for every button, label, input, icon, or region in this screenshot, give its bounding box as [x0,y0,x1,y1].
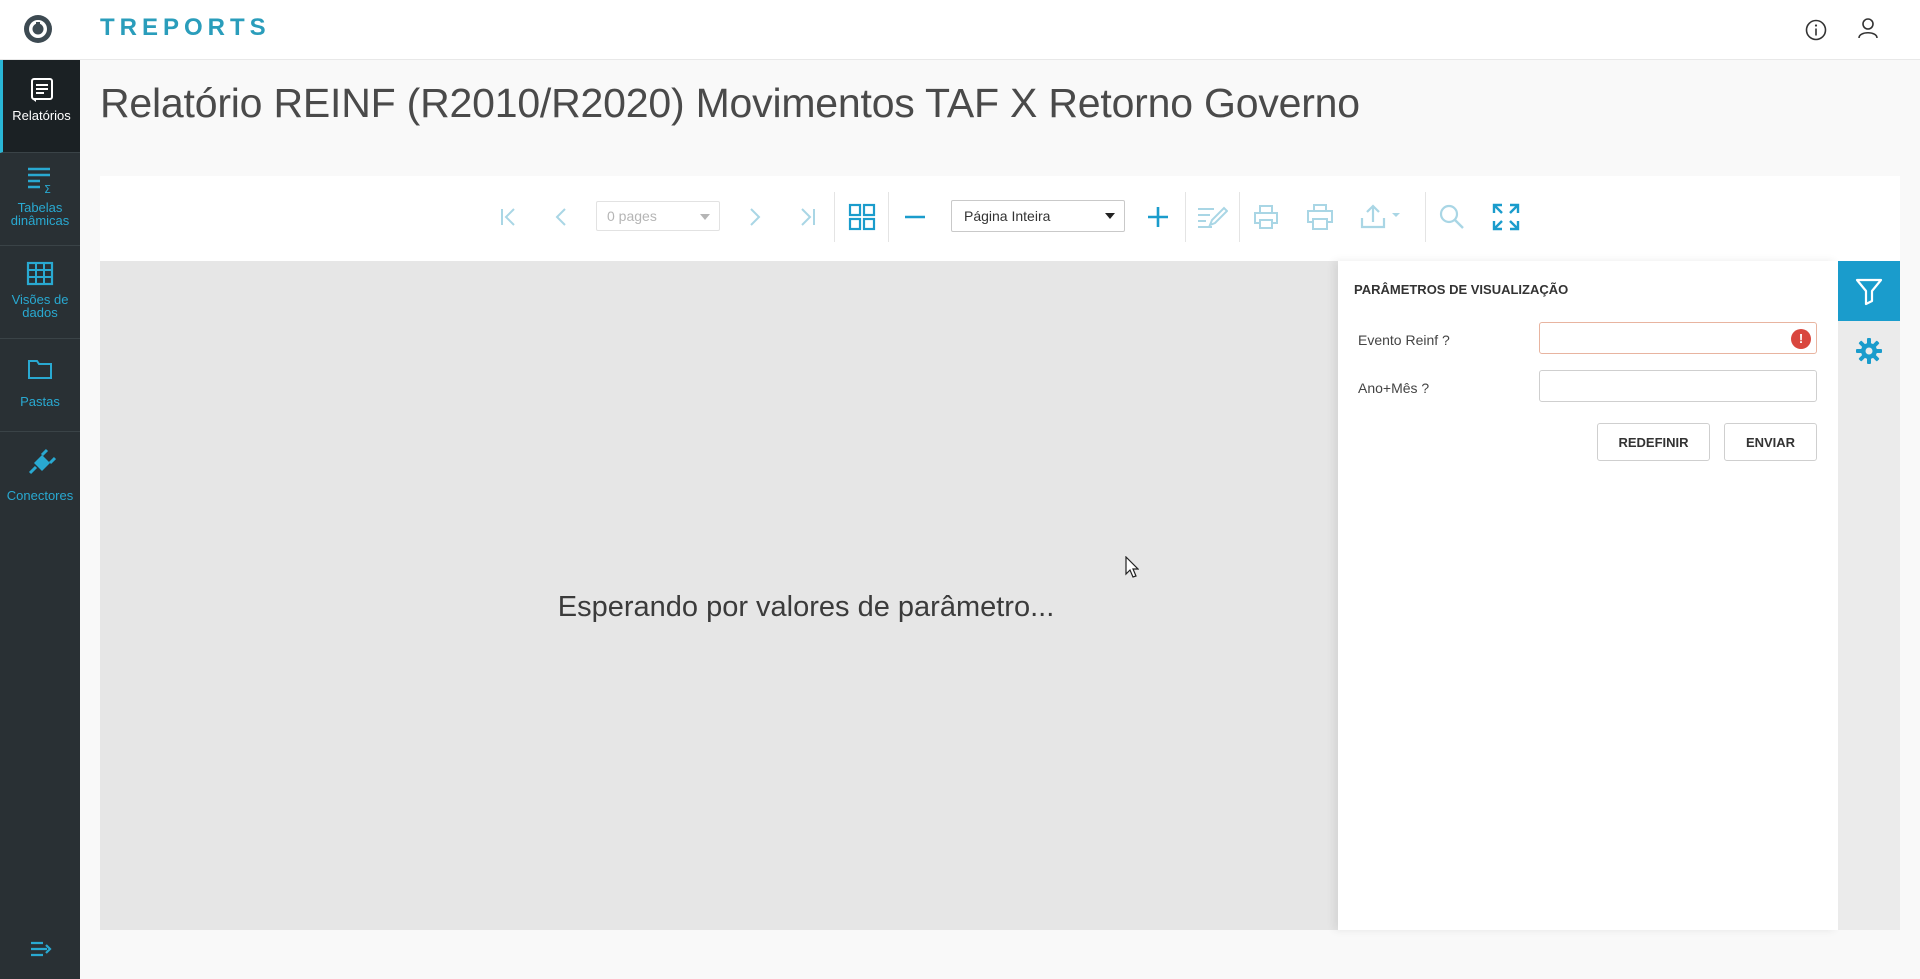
zoom-select-value: Página Inteira [964,208,1051,224]
user-icon[interactable] [1855,15,1881,41]
page-title: Relatório REINF (R2010/R2020) Movimentos… [100,80,1360,126]
minus-icon [905,215,925,219]
search-icon [1439,204,1464,229]
sidebar-item-label: Visões de dados [11,292,69,320]
export-button[interactable] [1356,200,1406,234]
gear-icon [1856,338,1882,364]
right-rail [1838,261,1900,930]
reset-button[interactable]: REDEFINIR [1597,423,1710,461]
sidebar-item-label: Relatórios [12,108,71,123]
last-page-button[interactable] [790,200,824,234]
viewer-toolbar: 0 pages Página Inteira [100,176,1900,261]
print-to-pdf-button[interactable] [1303,200,1337,234]
svg-text:Σ: Σ [44,183,51,195]
error-icon: ! [1791,329,1811,349]
toolbar-divider [834,192,835,242]
sidebar-item-label: Conectores [6,488,74,503]
thumbnails-grid-icon [848,203,876,231]
top-header: TREPORTS [0,0,1920,60]
zoom-out-button[interactable] [898,200,932,234]
filter-icon [1855,278,1883,306]
sidebar-item-label: Pastas [20,394,60,409]
toolbar-divider [1185,192,1186,242]
edit-form-icon [1198,206,1228,228]
report-viewer: Esperando por valores de parâmetro... [100,261,1338,930]
parameters-title: PARÂMETROS DE VISUALIZAÇÃO [1354,282,1569,297]
sidebar-item-pastas[interactable]: Pastas [0,339,80,432]
evento-reinf-label: Evento Reinf ? [1358,332,1450,348]
plug-icon [28,448,56,475]
sidebar-item-conectores[interactable]: Conectores [0,432,80,525]
sidebar-item-visoes-de-dados[interactable]: Visões de dados [0,246,80,339]
last-page-icon [801,208,815,226]
mouse-cursor-icon [1125,556,1139,578]
evento-reinf-field[interactable]: ! [1539,322,1817,354]
app-brand: TREPORTS [100,14,271,41]
first-page-button[interactable] [492,200,526,234]
fullscreen-icon [1492,203,1520,231]
report-icon [30,78,53,102]
thumbnails-button[interactable] [845,200,879,234]
toolbar-divider [1425,192,1426,242]
chevron-right-icon [750,208,761,226]
ano-mes-label: Ano+Mês ? [1358,380,1430,396]
toolbar-divider [1239,192,1240,242]
toolbar-divider [888,192,889,242]
plus-icon [1148,207,1168,227]
page-select[interactable]: 0 pages [596,201,720,231]
send-button[interactable]: ENVIAR [1724,423,1817,461]
zoom-in-button[interactable] [1141,200,1175,234]
filter-tab-button[interactable] [1838,261,1900,321]
search-button[interactable] [1435,200,1469,234]
folder-icon [28,360,52,379]
previous-page-button[interactable] [545,200,579,234]
info-icon[interactable] [1803,17,1829,43]
next-page-button[interactable] [737,200,771,234]
app-logo-icon[interactable] [22,13,54,45]
first-page-icon [501,208,515,226]
sidebar-item-label: Tabelas dinâmicas [10,200,70,228]
caret-down-icon [700,214,710,220]
page-select-value: 0 pages [607,208,657,224]
sidebar-item-relatorios[interactable]: Relatórios [0,60,80,153]
pivot-table-icon: Σ [28,167,51,195]
zoom-select[interactable]: Página Inteira [951,200,1125,232]
settings-tab-button[interactable] [1838,331,1900,371]
edit-parameters-button[interactable] [1195,200,1229,234]
caret-down-icon [1105,213,1115,219]
printer-pdf-icon [1307,204,1333,230]
chevron-left-icon [555,208,566,226]
expand-menu-icon[interactable] [28,938,54,960]
fullscreen-button[interactable] [1489,200,1523,234]
parameters-panel: PARÂMETROS DE VISUALIZAÇÃO Evento Reinf … [1338,261,1838,930]
sidebar-item-tabelas-dinamicas[interactable]: Σ Tabelas dinâmicas [0,153,80,246]
ano-mes-field[interactable] [1539,370,1817,402]
waiting-message: Esperando por valores de parâmetro... [557,591,1055,623]
grid-table-icon [26,261,54,286]
print-button[interactable] [1249,200,1283,234]
export-upload-icon [1360,204,1400,229]
sidebar: Relatórios Σ Tabelas dinâmicas Visões de… [0,60,80,979]
printer-icon [1254,205,1278,229]
